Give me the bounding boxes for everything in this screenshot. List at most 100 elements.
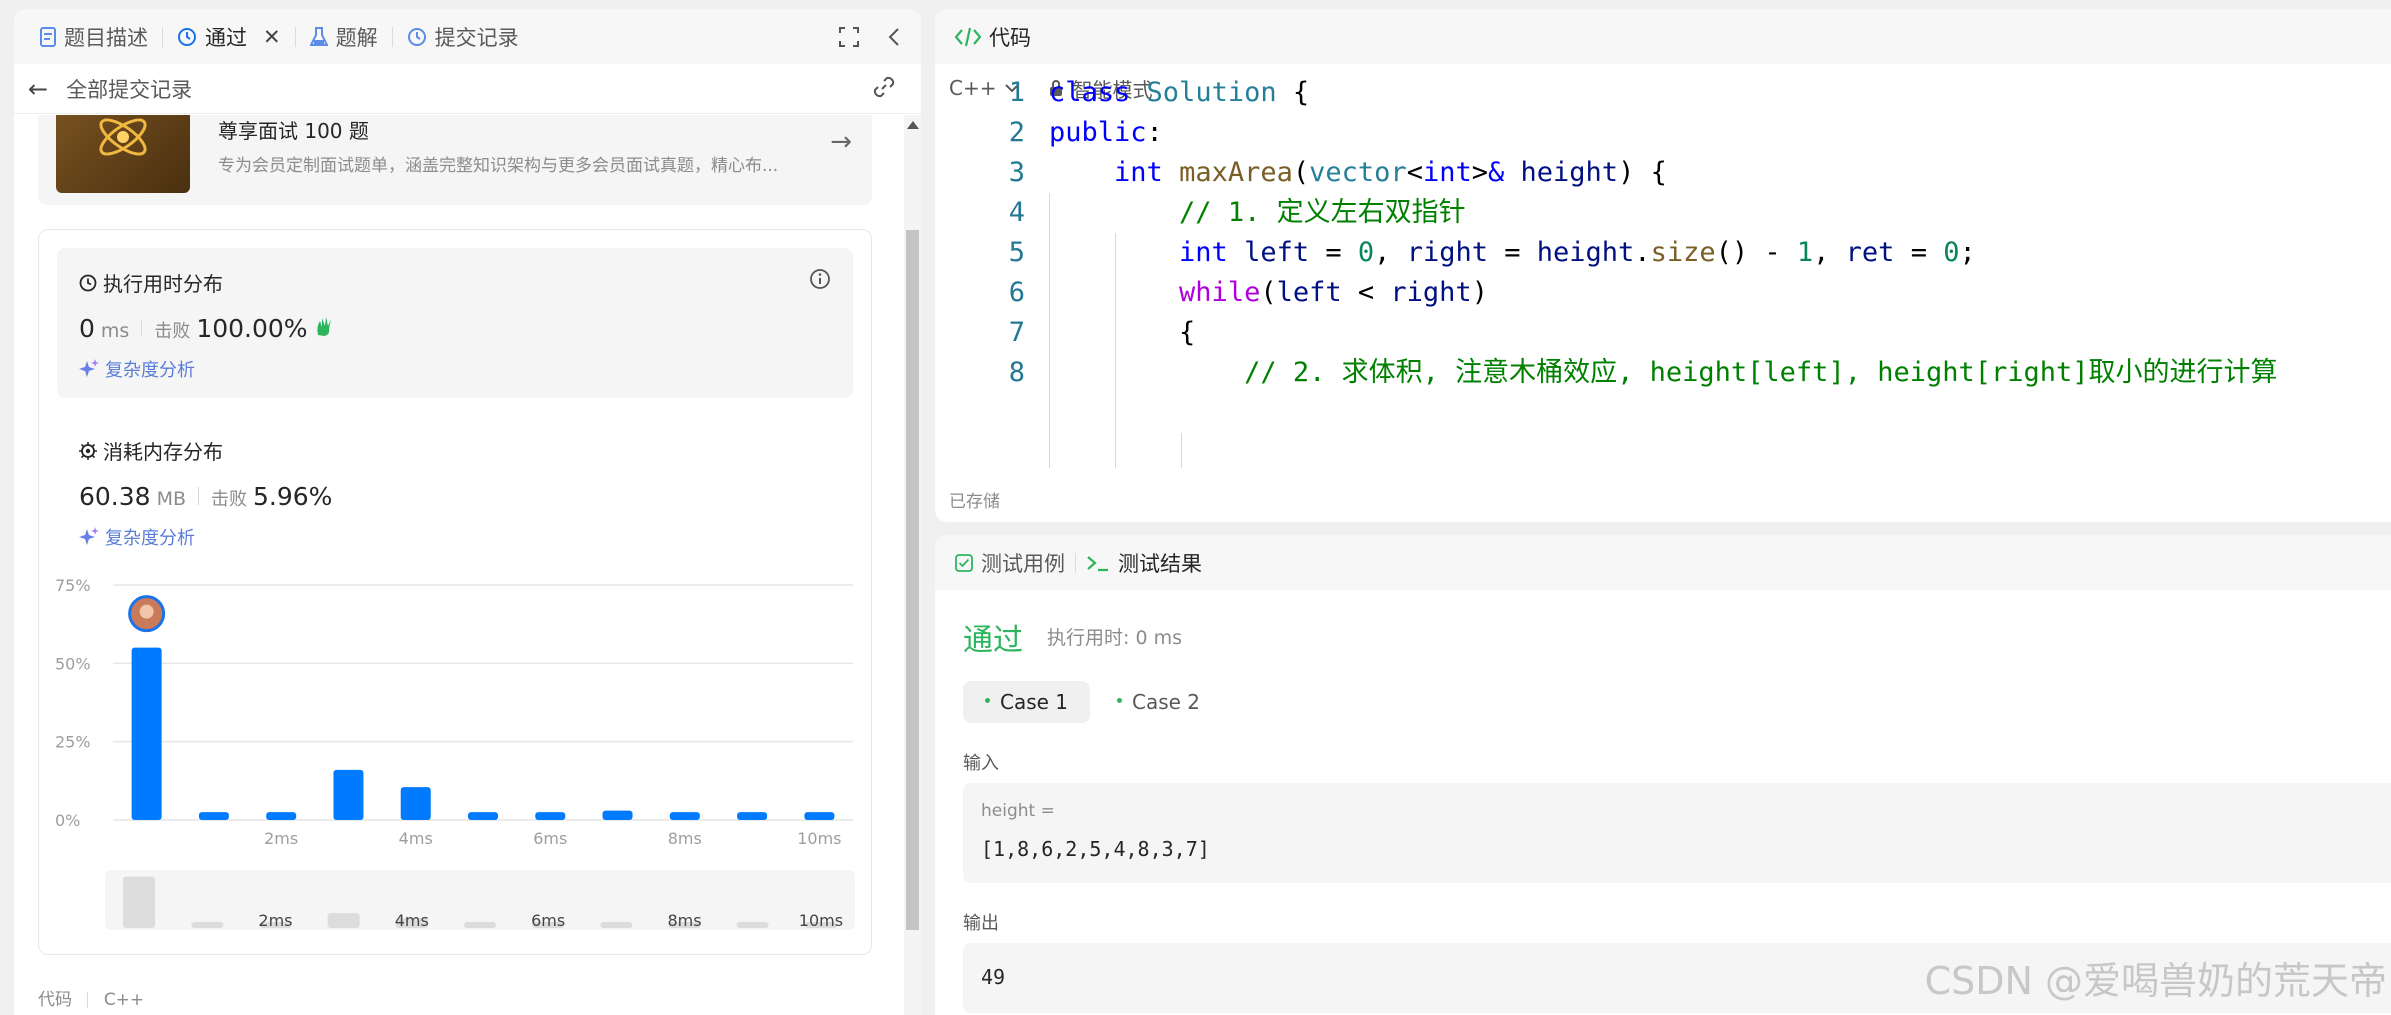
tab-testresult[interactable]: 测试结果 (1080, 535, 1208, 590)
runtime-complexity-link[interactable]: 复杂度分析 (79, 356, 195, 382)
chip-icon (79, 441, 97, 460)
runtime-title-text: 执行用时分布 (103, 272, 223, 296)
case-tab-2[interactable]: Case 2 (1095, 681, 1222, 723)
code-footer: 代码 C++ (38, 985, 144, 1010)
runtime-box[interactable]: 执行用时分布 0 ms 击败 100.00% 复杂度分析 (57, 248, 853, 398)
input-box: height = [1,8,6,2,5,4,8,3,7] (963, 783, 2391, 883)
input-value: [1,8,6,2,5,4,8,3,7] (981, 837, 1210, 861)
output-value: 49 (981, 965, 1006, 989)
memory-complexity-link[interactable]: 复杂度分析 (79, 524, 195, 550)
line-number: 1 (1008, 77, 1025, 108)
tab-accepted[interactable]: 通过 ✕ (167, 9, 291, 64)
memory-unit: MB (156, 488, 187, 510)
history-icon (407, 27, 426, 46)
tab-testcase-label: 测试用例 (981, 551, 1065, 576)
case-2-label: Case 2 (1132, 690, 1201, 714)
memory-value: 60.38 MB 击败 5.96% (79, 482, 332, 511)
link-icon[interactable] (871, 74, 897, 100)
result-runtime: 执行用时: 0 ms (1047, 627, 1182, 649)
watermark: CSDN @爱喝兽奶的荒天帝 (1924, 959, 2387, 1003)
divider (141, 319, 143, 337)
history-icon (178, 27, 196, 46)
runtime-number: 0 (79, 314, 95, 343)
chart-bar[interactable] (804, 812, 835, 820)
submission-details[interactable]: 尊享面试 100 题 专为会员定制面试题单，涵盖完整知识架构与更多会员面试真题，… (14, 115, 904, 1015)
beat-label: 击败 (211, 489, 248, 510)
mini-bar (191, 922, 224, 928)
chart-bar[interactable] (468, 812, 498, 820)
code-text: int maxArea(vector<int>& height) { (1114, 157, 1667, 188)
save-status: 已存储 (949, 492, 1000, 512)
fullscreen-icon[interactable] (839, 26, 859, 47)
tab-solutions[interactable]: 题解 (300, 9, 388, 64)
doc-icon (40, 26, 56, 47)
left-tabbar: 题目描述 通过 ✕ 题解 提交记录 (14, 9, 921, 64)
back-arrow-icon[interactable]: ← (28, 75, 48, 103)
chart-bar[interactable] (333, 769, 364, 820)
code-text: // 1. 定义左右双指针 (1179, 197, 1466, 228)
beat-label: 击败 (154, 321, 191, 342)
chart-bar[interactable] (669, 812, 700, 820)
scroll-up-arrow-icon[interactable] (907, 121, 919, 129)
line-number: 7 (1008, 317, 1025, 348)
y-tick-label: 0% (55, 811, 80, 830)
avatar[interactable] (128, 595, 166, 633)
collapse-icon[interactable] (887, 27, 901, 47)
mini-bar (123, 876, 156, 928)
chart-bar[interactable] (131, 647, 162, 820)
input-label: 输入 (963, 753, 999, 774)
chart-bar[interactable] (400, 787, 431, 820)
tab-description-label: 题目描述 (64, 25, 148, 50)
y-tick-label: 25% (55, 733, 91, 752)
line-number: 2 (1008, 117, 1025, 148)
promo-title: 尊享面试 100 题 (218, 119, 369, 143)
sparkle-icon (79, 527, 99, 545)
runtime-distribution-chart[interactable]: 75% 50% 25% 0% 2ms 4ms 6ms 8ms 10ms (53, 575, 873, 865)
info-icon[interactable] (809, 268, 831, 290)
pass-dot (985, 698, 990, 703)
tab-divider (1075, 552, 1076, 573)
tabbar-actions (839, 9, 901, 64)
chart-bar[interactable] (602, 810, 633, 820)
mini-bar (327, 913, 360, 928)
terminal-icon (1087, 555, 1108, 571)
mini-tick-label: 8ms (667, 911, 701, 930)
tab-accepted-label: 通过 (205, 25, 247, 50)
mini-tick-label: 2ms (258, 911, 292, 930)
scroll-thumb[interactable] (906, 230, 919, 930)
promo-card[interactable]: 尊享面试 100 题 专为会员定制面试题单，涵盖完整知识架构与更多会员面试真题，… (38, 115, 872, 205)
chart-bar[interactable] (266, 812, 297, 820)
scrollbar[interactable] (904, 115, 921, 1015)
memory-complexity-label: 复杂度分析 (105, 528, 195, 549)
tab-divider (294, 26, 296, 47)
tab-testcase[interactable]: 测试用例 (949, 535, 1071, 590)
line-number: 3 (1008, 157, 1025, 188)
mini-tick-label: 4ms (395, 911, 429, 930)
clock-icon (79, 274, 97, 291)
memory-percent: 5.96% (253, 482, 333, 511)
mini-tick-label: 6ms (531, 911, 565, 930)
tab-testresult-label: 测试结果 (1118, 551, 1202, 576)
code-editor[interactable]: 1 class Solution { 2 public: 3 int maxArea… (935, 73, 2391, 468)
case-tab-1[interactable]: Case 1 (963, 681, 1091, 723)
tab-description[interactable]: 题目描述 (30, 9, 158, 64)
promo-image (56, 115, 190, 193)
chart-bar[interactable] (737, 812, 768, 820)
tab-code[interactable]: 代码 (949, 9, 1037, 64)
close-icon[interactable]: ✕ (263, 25, 281, 49)
submission-panel: 题目描述 通过 ✕ 题解 提交记录 ← 全部提交记录 尊享面试 100 题 专为… (14, 9, 921, 1015)
chart-bar[interactable] (198, 812, 229, 820)
memory-box[interactable]: 消耗内存分布 60.38 MB 击败 5.96% 复杂度分析 (57, 416, 853, 566)
runtime-range-strip[interactable]: 2ms 4ms 6ms 8ms 10ms (105, 870, 855, 930)
submission-subbar: ← 全部提交记录 (14, 64, 921, 114)
mini-bar (464, 922, 496, 928)
chart-bar[interactable] (535, 812, 566, 820)
footer-lang: C++ (103, 990, 145, 1010)
divider (87, 992, 89, 1008)
line-number: 8 (1008, 357, 1025, 388)
tab-submissions[interactable]: 提交记录 (397, 9, 529, 64)
x-tick-label: 6ms (533, 829, 567, 848)
arrow-right-icon[interactable]: → (830, 127, 852, 157)
all-submissions-link[interactable]: 全部提交记录 (66, 74, 192, 104)
divider (198, 487, 200, 505)
